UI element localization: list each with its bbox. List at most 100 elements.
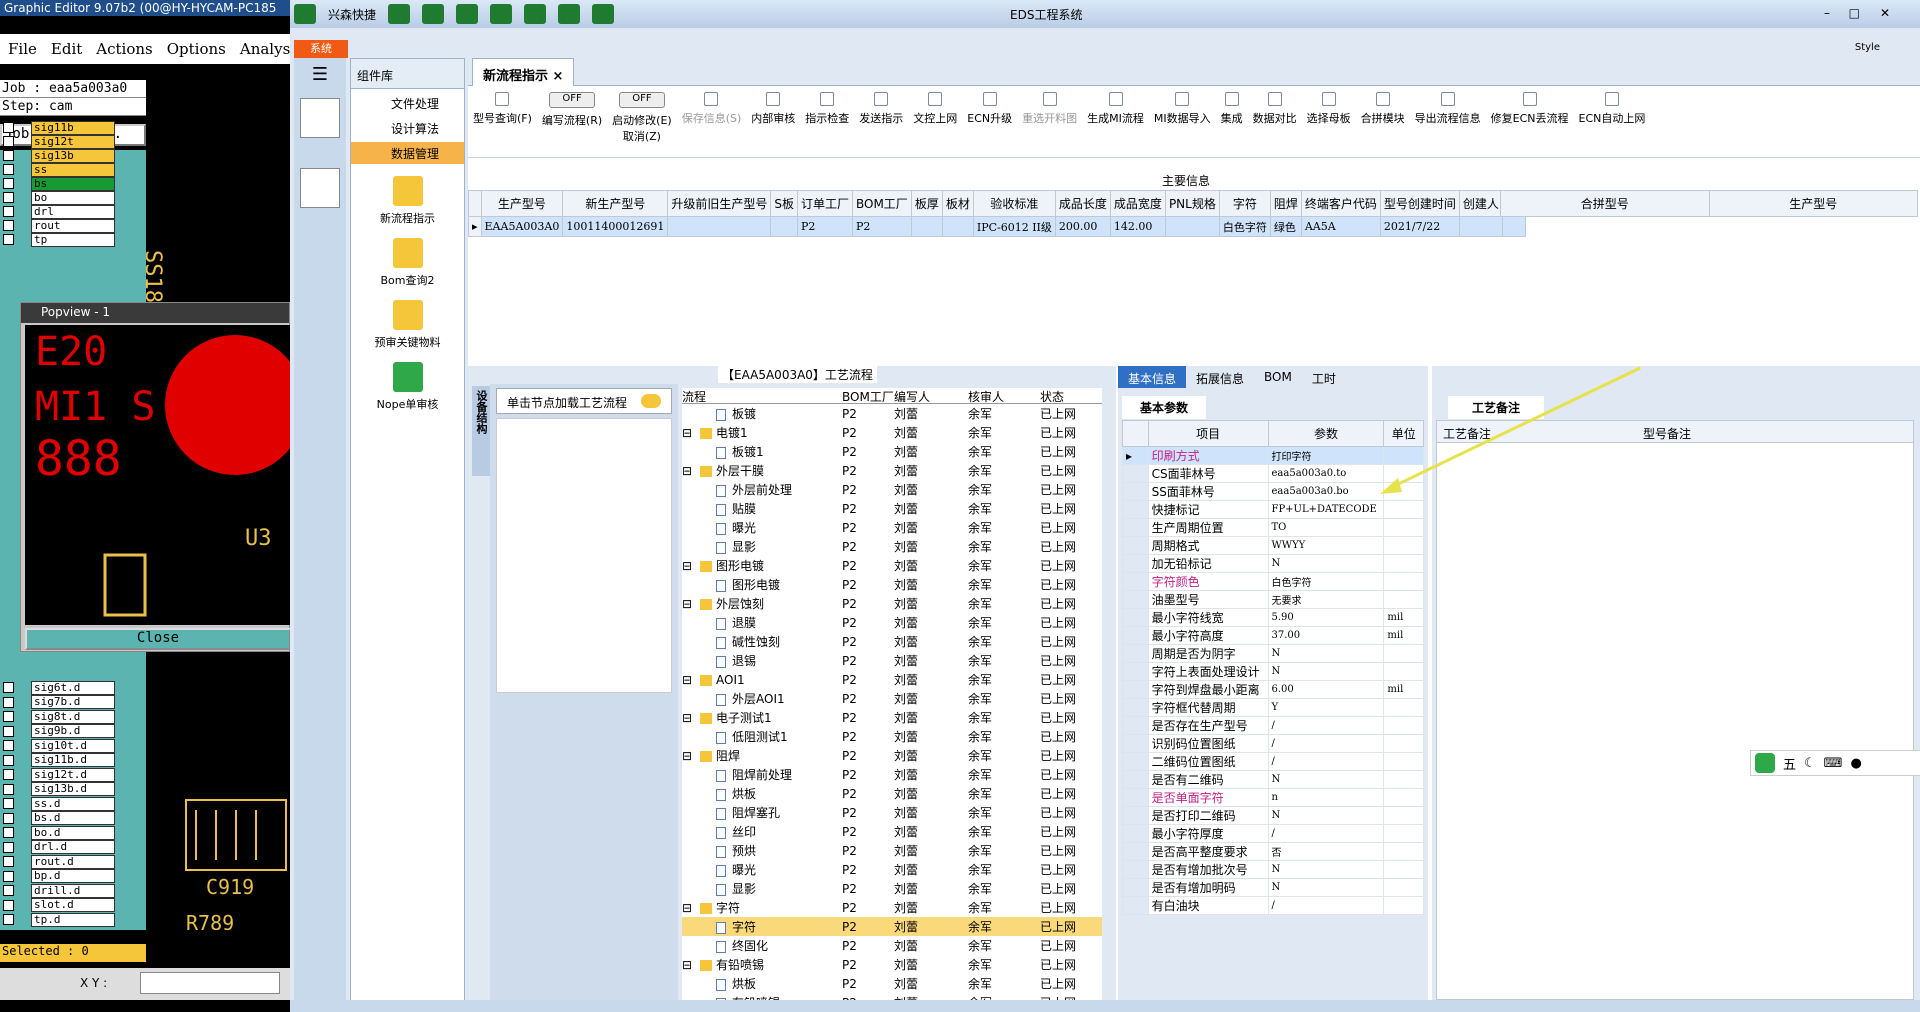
layer-row[interactable]: sig13b.d <box>0 782 146 797</box>
layer-checkbox[interactable] <box>3 841 14 853</box>
layer-checkbox[interactable] <box>3 914 14 925</box>
layer-checkbox[interactable] <box>3 740 14 751</box>
layer-row[interactable]: drill.d <box>0 883 146 898</box>
layer-checkbox[interactable] <box>3 122 14 133</box>
table-cell[interactable] <box>667 216 772 237</box>
param-row[interactable]: 是否存在生产型号 / <box>1122 716 1424 735</box>
param-row[interactable]: 字符上表面处理设计 N <box>1122 662 1424 681</box>
col-header[interactable]: 成品宽度 <box>1109 190 1166 217</box>
layer-name[interactable]: rout.d <box>31 854 115 869</box>
layer-checkbox[interactable] <box>3 827 14 838</box>
maximize-button[interactable]: □ <box>1849 6 1860 20</box>
table-cell[interactable]: 绿色 <box>1269 216 1302 237</box>
layout-icon[interactable] <box>524 4 547 24</box>
tree-row[interactable]: 显影 P2 刘蕾 余军 已上网 <box>682 879 1102 898</box>
layer-name[interactable]: sig8t.d <box>31 709 115 724</box>
param-row[interactable]: 是否有二维码 N <box>1122 770 1424 789</box>
layer-checkbox[interactable] <box>3 150 14 161</box>
table-cell[interactable] <box>910 216 943 237</box>
popview-canvas[interactable]: E20 MI1 S 888 U3 <box>25 325 291 625</box>
grid-icon[interactable] <box>456 4 479 24</box>
layer-checkbox[interactable] <box>3 682 14 693</box>
table-cell[interactable]: P2 <box>851 216 912 237</box>
layer-name[interactable]: sig13b.d <box>31 782 115 796</box>
tree-row[interactable]: ⊟ 外层干膜 P2 刘蕾 余军 已上网 <box>682 461 1102 480</box>
toolbar-button[interactable]: ECN自动上网 <box>1574 86 1651 157</box>
layer-checkbox[interactable] <box>3 711 14 722</box>
scissors-icon[interactable] <box>490 4 513 24</box>
layer-checkbox[interactable] <box>3 192 14 203</box>
col-header[interactable]: 新生产型号 <box>562 190 669 217</box>
tab-basic[interactable]: 基本信息 <box>1118 366 1187 388</box>
layer-row[interactable]: sig13b <box>0 148 146 163</box>
layer-name[interactable]: drl <box>31 204 115 219</box>
layer-checkbox[interactable] <box>3 754 14 766</box>
table-cell[interactable] <box>770 216 798 237</box>
param-row[interactable]: 识别码位置图纸 / <box>1122 734 1424 753</box>
table-cell[interactable] <box>941 216 974 237</box>
layer-checkbox[interactable] <box>3 234 14 245</box>
layer-row[interactable]: bo <box>0 190 146 205</box>
nav-sub-nope-review[interactable]: Nope单审核 <box>351 362 464 412</box>
layer-name[interactable]: tp <box>31 232 115 247</box>
layer-name[interactable]: bo.d <box>31 825 115 840</box>
nav-sub-prereview[interactable]: 预审关键物料 <box>351 300 464 350</box>
layer-row[interactable]: bp.d <box>0 869 146 884</box>
table-cell[interactable]: IPC-6012 II级 <box>972 216 1056 237</box>
nav-sub-new-flow[interactable]: 新流程指示 <box>351 176 464 226</box>
layer-row[interactable]: bs.d <box>0 811 146 826</box>
toolbar-button[interactable]: 导出流程信息 <box>1410 86 1486 157</box>
tree-row[interactable]: 丝印 P2 刘蕾 余军 已上网 <box>682 822 1102 841</box>
col-header[interactable]: S板 <box>770 190 798 217</box>
layer-name[interactable]: sig12t <box>31 134 115 149</box>
layer-name[interactable]: drill.d <box>31 883 115 898</box>
toolbar-button[interactable]: 修复ECN丢流程 <box>1486 86 1574 157</box>
layer-row[interactable]: sig11b <box>0 120 146 135</box>
nav-sub-bom-query[interactable]: Bom查询2 <box>351 238 464 288</box>
param-row[interactable]: 字符颜色 白色字符 <box>1122 572 1424 591</box>
ime-bar[interactable]: 五 ☾ ⌨ ● <box>1750 750 1920 776</box>
minimize-button[interactable]: – <box>1824 6 1830 20</box>
layer-checkbox[interactable] <box>3 798 14 809</box>
layer-row[interactable]: ss <box>0 162 146 177</box>
col-header[interactable]: 生产型号 <box>480 190 564 217</box>
layer-name[interactable]: sig13b <box>31 148 115 163</box>
tree-row[interactable]: 显影 P2 刘蕾 余军 已上网 <box>682 537 1102 556</box>
ime-mode[interactable]: 五 <box>1783 754 1796 773</box>
layer-row[interactable]: tp <box>0 232 146 247</box>
toggle-switch[interactable]: OFF <box>618 92 665 108</box>
table-cell[interactable]: P2 <box>796 216 853 237</box>
tree-row[interactable]: 板镀1 P2 刘蕾 余军 已上网 <box>682 442 1102 461</box>
tree-row[interactable]: 烘板 P2 刘蕾 余军 已上网 <box>682 974 1102 993</box>
tree-row[interactable]: 终固化 P2 刘蕾 余军 已上网 <box>682 936 1102 955</box>
tree-row[interactable]: ⊟ AOI1 P2 刘蕾 余军 已上网 <box>682 670 1102 689</box>
menu-file[interactable]: File <box>8 40 37 58</box>
col-header[interactable]: 订单工厂 <box>796 190 853 217</box>
keyboard-icon[interactable]: ⌨ <box>1824 756 1843 771</box>
param-row[interactable]: 最小字符厚度 / <box>1122 824 1424 843</box>
side-tab[interactable]: 设备结构 <box>472 386 490 476</box>
toolbar-button[interactable]: 集成 <box>1216 86 1248 157</box>
table-cell[interactable]: 2021/7/22 <box>1379 216 1460 237</box>
tree-row[interactable]: ⊟ 图形电镀 P2 刘蕾 余军 已上网 <box>682 556 1102 575</box>
layer-checkbox[interactable] <box>3 899 14 911</box>
layer-row[interactable]: sig7b.d <box>0 695 146 710</box>
table-cell[interactable]: AA5A <box>1300 216 1381 237</box>
layer-name[interactable]: sig11b <box>31 120 115 135</box>
tree-row[interactable]: 外层AOI1 P2 刘蕾 余军 已上网 <box>682 689 1102 708</box>
layer-name[interactable]: sig10t.d <box>31 738 115 753</box>
layer-checkbox[interactable] <box>3 783 14 795</box>
tree-row[interactable]: 板镀 P2 刘蕾 余军 已上网 <box>682 404 1102 423</box>
table-cell[interactable] <box>1164 216 1220 237</box>
close-button[interactable]: Close <box>25 628 291 650</box>
tree-row[interactable]: 曝光 P2 刘蕾 余军 已上网 <box>682 518 1102 537</box>
layer-row[interactable]: sig8t.d <box>0 709 146 724</box>
layer-name[interactable]: drl.d <box>31 840 115 854</box>
toolbar-button[interactable]: 发送指示 <box>854 86 908 157</box>
layer-row[interactable]: ss.d <box>0 796 146 811</box>
layer-name[interactable]: ss.d <box>31 796 115 811</box>
layer-checkbox[interactable] <box>3 136 14 147</box>
nav-item-data[interactable]: 数据管理 <box>351 142 464 164</box>
param-row[interactable]: 生产周期位置 TO <box>1122 518 1424 537</box>
yx-logo-icon[interactable] <box>300 98 340 138</box>
